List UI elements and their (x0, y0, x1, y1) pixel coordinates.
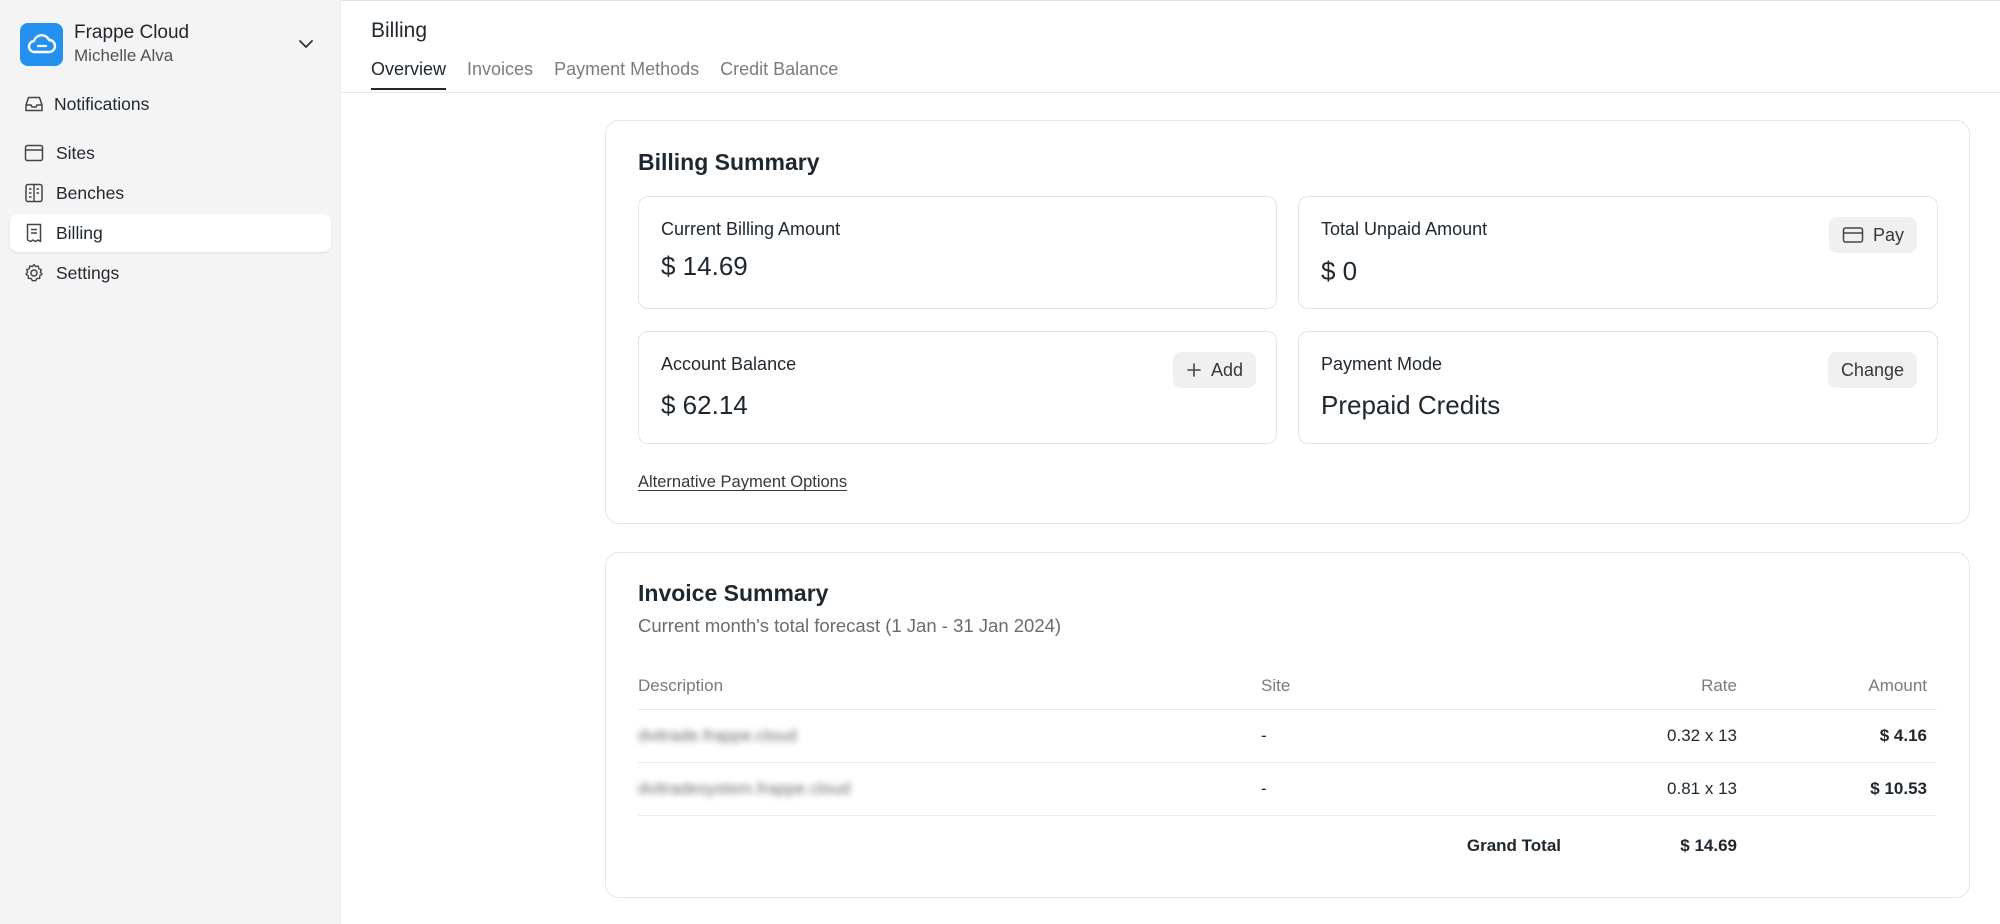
table-row: dvitradesystem.frappe.cloud - 0.81 x 13 … (638, 762, 1937, 816)
grand-total-row: Grand Total $ 14.69 (638, 815, 1937, 877)
pay-button-label: Pay (1872, 224, 1904, 245)
table-header-row: Description Site Rate Amount (638, 663, 1937, 710)
account-balance-label: Account Balance (661, 354, 797, 374)
row-amount: $ 4.16 (1737, 709, 1937, 763)
invoice-table: Description Site Rate Amount dvitrade.fr… (638, 663, 1937, 877)
row-description: dvitrade.frappe.cloud (638, 709, 1261, 763)
inbox-icon (22, 92, 46, 116)
pay-button[interactable]: Pay (1828, 217, 1917, 253)
total-unpaid-stat: Total Unpaid Amount $ 0 Pay (1298, 196, 1938, 309)
column-header-rate: Rate (1561, 663, 1737, 710)
row-description: dvitradesystem.frappe.cloud (638, 762, 1261, 816)
payment-mode-value: Prepaid Credits (1321, 390, 1501, 420)
tab-invoices[interactable]: Invoices (467, 59, 533, 90)
column-header-description: Description (638, 663, 1261, 710)
invoice-summary-subtitle: Current month's total forecast (1 Jan - … (638, 615, 1062, 636)
browser-window-icon (22, 141, 46, 165)
invoice-summary-title: Invoice Summary (638, 580, 829, 606)
total-unpaid-label: Total Unpaid Amount (1321, 219, 1488, 239)
billing-summary-title: Billing Summary (638, 149, 820, 175)
total-unpaid-value: $ 0 (1321, 256, 1358, 286)
sidebar-item-benches[interactable]: Benches (10, 174, 331, 212)
user-name: Michelle Alva (74, 46, 174, 65)
tab-credit-balance[interactable]: Credit Balance (720, 59, 838, 90)
grand-total-value: $ 14.69 (1680, 836, 1737, 856)
column-header-amount: Amount (1737, 663, 1937, 710)
row-site: - (1261, 762, 1561, 816)
row-amount: $ 10.53 (1737, 762, 1937, 816)
org-switcher[interactable]: Frappe Cloud Michelle Alva (20, 20, 320, 68)
sidebar-item-label: Benches (56, 182, 125, 203)
sidebar: Frappe Cloud Michelle Alva Notifications… (0, 0, 341, 924)
change-payment-mode-button[interactable]: Change (1827, 352, 1917, 388)
sidebar-item-notifications[interactable]: Notifications (10, 85, 331, 123)
sidebar-item-label: Notifications (54, 93, 150, 114)
alternative-payment-options-link[interactable]: Alternative Payment Options (638, 473, 847, 492)
row-rate: 0.32 x 13 (1561, 709, 1737, 763)
sidebar-item-label: Billing (56, 222, 103, 243)
payment-mode-label: Payment Mode (1321, 354, 1443, 374)
current-billing-value: $ 14.69 (661, 251, 748, 281)
receipt-icon (22, 221, 46, 245)
billing-summary-card: Billing Summary Current Billing Amount $… (605, 120, 1970, 524)
plus-icon (1186, 362, 1202, 378)
payment-mode-stat: Payment Mode Prepaid Credits Change (1298, 331, 1938, 444)
column-header-site: Site (1261, 663, 1561, 710)
gear-icon (22, 261, 46, 285)
add-balance-button[interactable]: Add (1172, 352, 1256, 388)
table-row: dvitrade.frappe.cloud - 0.32 x 13 $ 4.16 (638, 709, 1937, 763)
page-header: Billing Overview Invoices Payment Method… (341, 0, 2000, 93)
credit-card-icon (1842, 226, 1864, 244)
frappe-cloud-logo-icon (20, 22, 63, 66)
tab-overview[interactable]: Overview (371, 59, 447, 90)
sidebar-item-billing[interactable]: Billing (10, 214, 331, 252)
grand-total-label: Grand Total (1466, 836, 1561, 856)
add-button-label: Add (1210, 359, 1243, 380)
account-balance-value: $ 62.14 (661, 390, 748, 420)
current-billing-stat: Current Billing Amount $ 14.69 (638, 196, 1277, 309)
sidebar-item-label: Sites (56, 142, 95, 163)
tab-bar: Overview Invoices Payment Methods Credit… (371, 59, 838, 90)
account-balance-stat: Account Balance $ 62.14 Add (638, 331, 1277, 444)
page-title: Billing (371, 19, 428, 42)
tab-payment-methods[interactable]: Payment Methods (554, 59, 699, 90)
invoice-summary-card: Invoice Summary Current month's total fo… (605, 552, 1970, 898)
sidebar-item-label: Settings (56, 262, 120, 283)
bench-icon (22, 181, 46, 205)
row-site: - (1261, 709, 1561, 763)
row-rate: 0.81 x 13 (1561, 762, 1737, 816)
change-button-label: Change (1840, 359, 1904, 380)
chevron-down-icon[interactable] (296, 34, 316, 59)
org-name: Frappe Cloud (74, 22, 190, 43)
current-billing-label: Current Billing Amount (661, 219, 841, 239)
sidebar-item-sites[interactable]: Sites (10, 134, 331, 172)
sidebar-item-settings[interactable]: Settings (10, 254, 331, 292)
